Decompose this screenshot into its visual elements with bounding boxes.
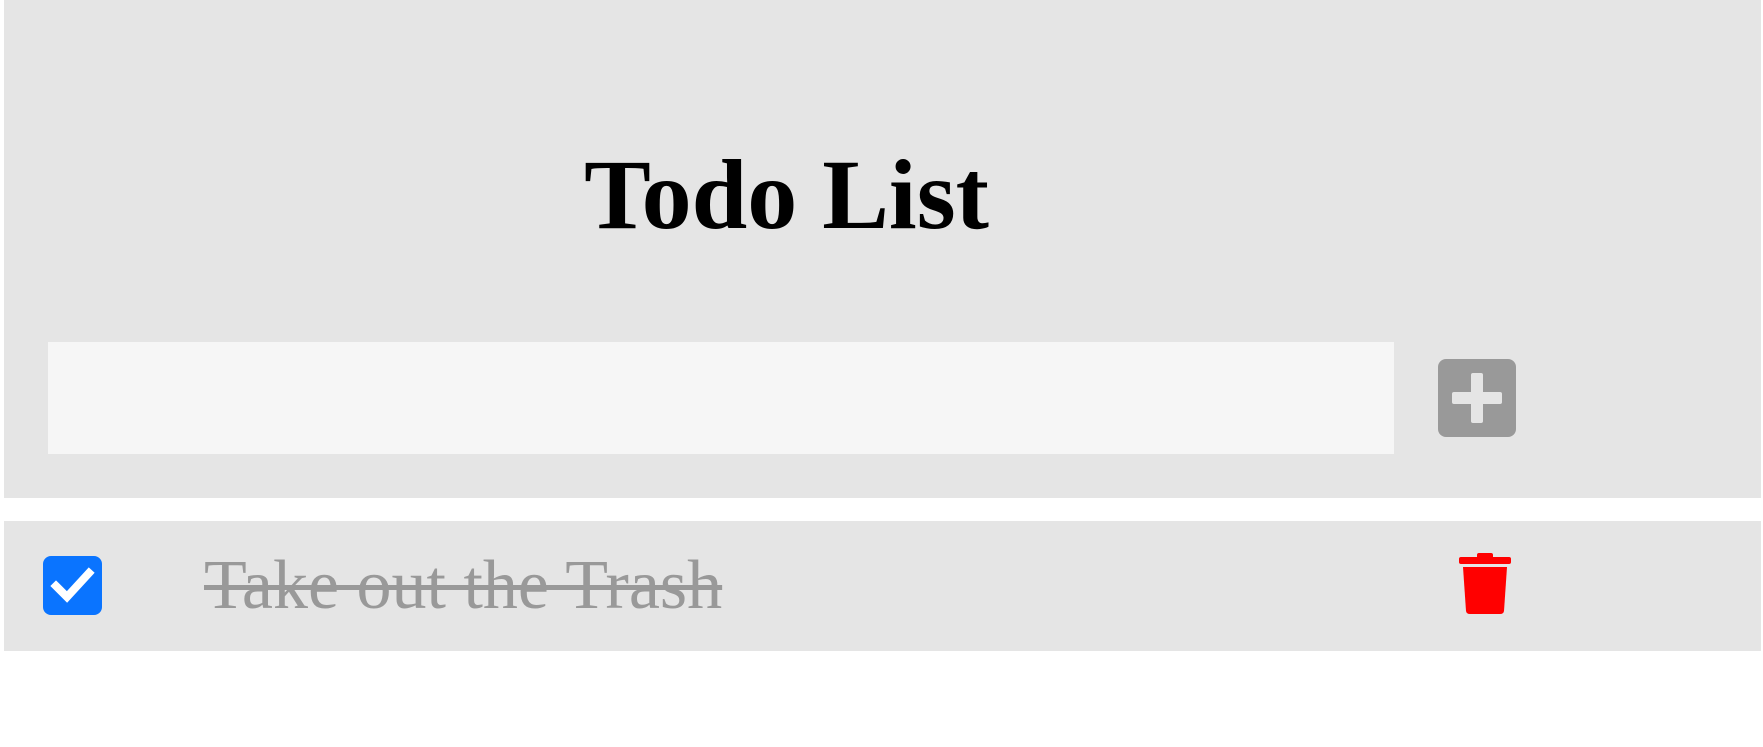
todo-checkbox[interactable] [43, 556, 102, 615]
add-todo-button[interactable] [1438, 359, 1516, 437]
todo-app: Todo List Take out the Trash [0, 0, 1763, 747]
new-todo-input[interactable] [48, 342, 1394, 454]
header: Todo List [4, 0, 1761, 498]
plus-icon [1452, 373, 1502, 423]
page-title: Todo List [584, 139, 989, 250]
todo-text: Take out the Trash [204, 547, 723, 624]
todo-list: Take out the Trash [4, 521, 1761, 747]
todo-item: Take out the Trash [4, 521, 1761, 651]
trash-icon [1459, 553, 1511, 614]
checkmark-icon [50, 567, 95, 603]
delete-todo-button[interactable] [1458, 553, 1512, 615]
